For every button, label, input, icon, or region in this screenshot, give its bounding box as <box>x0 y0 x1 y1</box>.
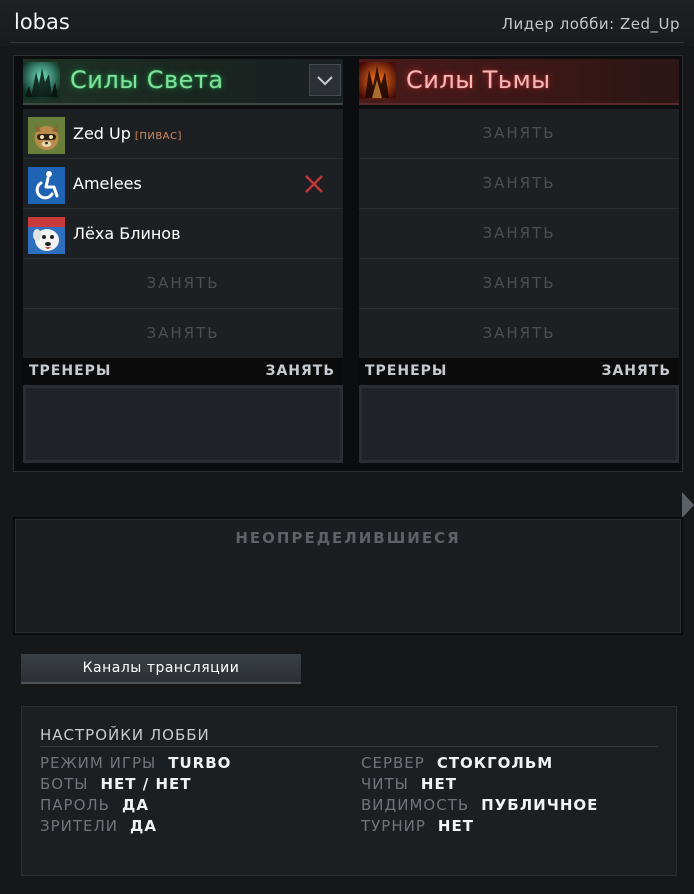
setting-key: ТУРНИР <box>361 817 426 835</box>
dog-avatar <box>28 217 65 254</box>
player-name: Лёха Блинов <box>73 224 181 243</box>
dire-coach-slot <box>359 385 679 463</box>
coach-take-button[interactable]: ЗАНЯТЬ <box>602 363 672 379</box>
dire-header-divider <box>359 103 679 105</box>
dire-team: Силы Тьмы ЗАНЯТЬ ЗАНЯТЬ ЗАНЯТЬ ЗАНЯТЬ ЗА… <box>359 59 679 463</box>
take-slot-label: ЗАНЯТЬ <box>482 174 556 192</box>
take-slot-label: ЗАНЯТЬ <box>146 324 220 342</box>
player-name: Zed Up <box>73 124 131 143</box>
take-slot-label: ЗАНЯТЬ <box>482 274 556 292</box>
wheelchair-avatar <box>28 167 65 204</box>
setting-key: ЧИТЫ <box>361 775 409 793</box>
radiant-dropdown-button[interactable] <box>309 64 341 96</box>
setting-value: НЕТ <box>437 817 474 835</box>
coach-label: ТРЕНЕРЫ <box>365 363 448 379</box>
radiant-header-divider <box>23 103 343 105</box>
empty-slot[interactable]: ЗАНЯТЬ <box>359 159 679 209</box>
teams-panel: Силы Света Zed Up [ПИВАС] Amelees Лёха Б… <box>13 55 683 472</box>
header-divider <box>10 42 684 43</box>
setting-key: СЕРВЕР <box>361 754 425 772</box>
setting-visibility: ВИДИМОСТЬ ПУБЛИЧНОЕ <box>361 796 598 814</box>
unassigned-title: НЕОПРЕДЕЛИВШИЕСЯ <box>235 529 461 547</box>
expand-arrow-icon[interactable] <box>682 492 694 518</box>
lobby-header: lobas Лидер лобби: Zed_Up <box>0 0 694 46</box>
take-slot-label: ЗАНЯТЬ <box>482 124 556 142</box>
settings-title: НАСТРОЙКИ ЛОББИ <box>40 726 210 744</box>
setting-game-mode: РЕЖИМ ИГРЫ TURBO <box>40 754 231 772</box>
radiant-coach-bar: ТРЕНЕРЫ ЗАНЯТЬ <box>23 358 343 384</box>
take-slot-label: ЗАНЯТЬ <box>482 324 556 342</box>
radiant-team: Силы Света Zed Up [ПИВАС] Amelees Лёха Б… <box>23 59 343 463</box>
setting-key: ПАРОЛЬ <box>40 796 110 814</box>
setting-value: ДА <box>121 796 149 814</box>
setting-tournament: ТУРНИР НЕТ <box>361 817 474 835</box>
setting-key: РЕЖИМ ИГРЫ <box>40 754 157 772</box>
empty-slot[interactable]: ЗАНЯТЬ <box>359 209 679 259</box>
lobby-leader: Лидер лобби: Zed_Up <box>501 15 680 33</box>
close-icon[interactable] <box>303 173 325 195</box>
setting-spectators: ЗРИТЕЛИ ДА <box>40 817 157 835</box>
empty-slot[interactable]: ЗАНЯТЬ <box>359 309 679 359</box>
player-name: Amelees <box>73 174 142 193</box>
coach-label: ТРЕНЕРЫ <box>29 363 112 379</box>
radiant-coach-slot <box>23 385 343 463</box>
lobby-settings-panel: НАСТРОЙКИ ЛОББИ РЕЖИМ ИГРЫ TURBO БОТЫ НЕТ … <box>21 706 677 876</box>
setting-password: ПАРОЛЬ ДА <box>40 796 149 814</box>
settings-divider <box>40 746 658 747</box>
setting-value: СТОКГОЛЬМ <box>436 754 554 772</box>
player-slot[interactable]: Лёха Блинов <box>23 209 343 259</box>
unassigned-panel[interactable]: НЕОПРЕДЕЛИВШИЕСЯ <box>13 517 683 635</box>
setting-value: ПУБЛИЧНОЕ <box>481 796 599 814</box>
setting-value: ДА <box>130 817 157 835</box>
player-slot[interactable]: Amelees <box>23 159 343 209</box>
radiant-title: Силы Света <box>70 66 224 94</box>
empty-slot[interactable]: ЗАНЯТЬ <box>359 259 679 309</box>
take-slot-label: ЗАНЯТЬ <box>482 224 556 242</box>
setting-key: БОТЫ <box>40 775 89 793</box>
setting-server: СЕРВЕР СТОКГОЛЬМ <box>361 754 553 772</box>
dire-icon <box>359 62 396 99</box>
setting-bots: БОТЫ НЕТ / НЕТ <box>40 775 192 793</box>
empty-slot[interactable]: ЗАНЯТЬ <box>23 309 343 359</box>
setting-value: НЕТ <box>420 775 457 793</box>
setting-key: ВИДИМОСТЬ <box>361 796 470 814</box>
raccoon-avatar <box>28 117 65 154</box>
player-slot[interactable]: Zed Up [ПИВАС] <box>23 109 343 159</box>
empty-slot[interactable]: ЗАНЯТЬ <box>359 109 679 159</box>
take-slot-label: ЗАНЯТЬ <box>146 274 220 292</box>
setting-cheats: ЧИТЫ НЕТ <box>361 775 457 793</box>
dire-title: Силы Тьмы <box>406 66 551 94</box>
setting-key: ЗРИТЕЛИ <box>40 817 119 835</box>
dire-coach-bar: ТРЕНЕРЫ ЗАНЯТЬ <box>359 358 679 384</box>
dire-header: Силы Тьмы <box>359 59 679 105</box>
radiant-icon <box>23 62 60 99</box>
radiant-header: Силы Света <box>23 59 343 105</box>
chevron-down-icon <box>317 76 333 86</box>
setting-value: TURBO <box>168 754 232 772</box>
setting-value: НЕТ / НЕТ <box>100 775 192 793</box>
guild-tag: [ПИВАС] <box>134 131 182 142</box>
coach-take-button[interactable]: ЗАНЯТЬ <box>266 363 336 379</box>
lobby-name: lobas <box>14 10 70 34</box>
empty-slot[interactable]: ЗАНЯТЬ <box>23 259 343 309</box>
broadcast-channels-button[interactable]: Каналы трансляции <box>21 654 301 684</box>
